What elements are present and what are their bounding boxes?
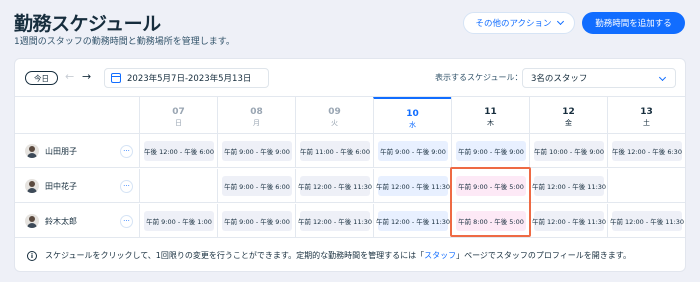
shift-block[interactable]: 午後 12:00 - 午後 6:00: [144, 141, 214, 161]
shift-block[interactable]: 午後 12:00 - 午後 6:30: [612, 141, 682, 161]
day-header-today: 10 水: [373, 97, 451, 134]
schedule-cell[interactable]: 午前 10:00 - 午後 9:00: [529, 134, 607, 168]
avatar: [25, 214, 39, 228]
more-actions-label: その他のアクション: [475, 19, 552, 29]
schedule-cell[interactable]: 午前 9:00 - 午後 6:00: [217, 169, 295, 203]
schedule-cell[interactable]: 午前 12:00 - 午後 11:30: [607, 204, 685, 238]
avatar: [25, 179, 39, 193]
schedule-cell[interactable]: 午前 9:00 - 午後 9:00: [217, 134, 295, 168]
staff-row: 田中花子 ··· 午前 9:00 - 午後 6:00 午前 12:00 - 午後…: [15, 169, 685, 203]
staff-name: 田中花子: [45, 181, 77, 191]
schedule-cell[interactable]: 午前 12:00 - 午後 11:30: [529, 169, 607, 203]
info-icon: i: [27, 250, 37, 261]
day-header: 09 火: [295, 97, 373, 134]
day-header: 11 木: [451, 97, 529, 134]
shift-block[interactable]: 午前 11:00 - 午後 6:00: [300, 141, 370, 161]
schedule-cell[interactable]: 午前 12:00 - 午後 11:30: [373, 169, 451, 203]
shift-block[interactable]: 午前 12:00 - 午後 11:30: [376, 176, 450, 196]
more-options-icon[interactable]: ···: [120, 180, 133, 193]
shift-block[interactable]: 午前 10:00 - 午後 9:00: [534, 141, 604, 161]
schedule-cell[interactable]: 午前 12:00 - 午後 11:30: [373, 204, 451, 238]
more-actions-button[interactable]: その他のアクション: [463, 12, 575, 34]
page-title: 勤務スケジュール: [14, 13, 161, 35]
page-subtitle: 1週間のスタッフの勤務時間と勤務場所を管理します。: [14, 37, 235, 47]
shift-block[interactable]: 午前 12:00 - 午後 11:30: [532, 211, 606, 231]
shift-block[interactable]: 午前 9:00 - 午後 9:00: [378, 141, 448, 161]
staff-page-link[interactable]: スタッフ: [424, 251, 456, 260]
add-working-hours-button[interactable]: 勤務時間を追加する: [582, 12, 685, 34]
schedule-cell[interactable]: 午前 9:00 - 午後 9:00: [451, 134, 529, 168]
chevron-down-icon: [658, 73, 667, 82]
avatar: [25, 144, 39, 158]
schedule-filter-label: 表示するスケジュール：: [435, 73, 523, 82]
shift-block[interactable]: 午前 9:00 - 午後 9:00: [222, 141, 292, 161]
schedule-cell[interactable]: 午前 9:00 - 午後 1:00: [139, 204, 217, 238]
staff-row: 鈴木太郎 ··· 午前 9:00 - 午後 1:00 午前 9:00 - 午後 …: [15, 204, 685, 238]
staff-name: 鈴木太郎: [45, 216, 77, 226]
date-range-text: 2023年5月7日-2023年5月13日: [127, 74, 252, 84]
staff-row: 山田朋子 ··· 午後 12:00 - 午後 6:00 午前 9:00 - 午後…: [15, 134, 685, 168]
schedule-cell[interactable]: 午前 12:00 - 午後 11:30: [529, 204, 607, 238]
schedule-toolbar: 今日 ← → 2023年5月7日-2023年5月13日 表示するスケジュール： …: [15, 59, 685, 97]
schedule-filter-value: 3名のスタッフ: [531, 74, 588, 84]
schedule-cell[interactable]: 午前 9:00 - 午後 9:00: [373, 134, 451, 168]
schedule-filter-select[interactable]: 3名のスタッフ: [522, 68, 676, 88]
staff-cell: 鈴木太郎 ···: [15, 204, 139, 238]
schedule-cell-empty[interactable]: [139, 169, 217, 203]
schedule-cell[interactable]: 午前 12:00 - 午後 11:30: [295, 169, 373, 203]
staff-name: 山田朋子: [45, 146, 77, 156]
day-header: 07 日: [139, 97, 217, 134]
schedule-cell[interactable]: 午前 11:00 - 午後 6:00: [295, 134, 373, 168]
date-range-picker[interactable]: 2023年5月7日-2023年5月13日: [104, 68, 269, 88]
shift-block[interactable]: 午前 12:00 - 午後 11:30: [376, 211, 450, 231]
day-header: 08 月: [217, 97, 295, 134]
staff-cell: 山田朋子 ···: [15, 134, 139, 168]
day-header-row: 07 日 08 月 09 火 10 水 11 木 12 金 13 土: [15, 97, 685, 134]
shift-block-modified[interactable]: 午前 9:00 - 午後 5:00: [456, 176, 526, 196]
arrow-left-icon[interactable]: ←: [65, 70, 74, 84]
schedule-card: 今日 ← → 2023年5月7日-2023年5月13日 表示するスケジュール： …: [14, 58, 686, 272]
schedule-cell[interactable]: 午後 12:00 - 午後 6:00: [139, 134, 217, 168]
calendar-icon: [111, 73, 121, 83]
shift-block[interactable]: 午前 12:00 - 午後 11:30: [610, 211, 684, 231]
info-message: i スケジュールをクリックして、1回限りの変更を行うことができます。定期的な勤務…: [15, 238, 685, 271]
shift-block[interactable]: 午前 9:00 - 午後 9:00: [222, 211, 292, 231]
shift-block[interactable]: 午前 9:00 - 午後 9:00: [456, 141, 526, 161]
today-button[interactable]: 今日: [25, 71, 58, 85]
shift-block[interactable]: 午前 12:00 - 午後 11:30: [298, 176, 372, 196]
shift-block[interactable]: 午前 12:00 - 午後 11:30: [532, 176, 606, 196]
schedule-cell[interactable]: 午前 9:00 - 午後 5:00: [451, 169, 529, 203]
chevron-down-icon: [556, 17, 564, 26]
schedule-cell[interactable]: 午前 9:00 - 午後 9:00: [217, 204, 295, 238]
schedule-cell[interactable]: 午前 8:00 - 午後 5:00: [451, 204, 529, 238]
schedule-cell-empty[interactable]: [607, 169, 685, 203]
arrow-right-icon[interactable]: →: [82, 70, 91, 84]
staff-cell: 田中花子 ···: [15, 169, 139, 203]
shift-block-modified[interactable]: 午前 8:00 - 午後 5:00: [456, 211, 526, 231]
info-text: スケジュールをクリックして、1回限りの変更を行うことができます。定期的な勤務時間…: [45, 251, 631, 260]
shift-block[interactable]: 午前 9:00 - 午後 6:00: [222, 176, 292, 196]
day-header: 13 土: [607, 97, 685, 134]
day-header: 12 金: [529, 97, 607, 134]
more-options-icon[interactable]: ···: [120, 215, 133, 228]
schedule-cell[interactable]: 午前 12:00 - 午後 11:30: [295, 204, 373, 238]
more-options-icon[interactable]: ···: [120, 145, 133, 158]
shift-block[interactable]: 午前 12:00 - 午後 11:30: [298, 211, 372, 231]
schedule-cell[interactable]: 午後 12:00 - 午後 6:30: [607, 134, 685, 168]
shift-block[interactable]: 午前 9:00 - 午後 1:00: [144, 211, 214, 231]
